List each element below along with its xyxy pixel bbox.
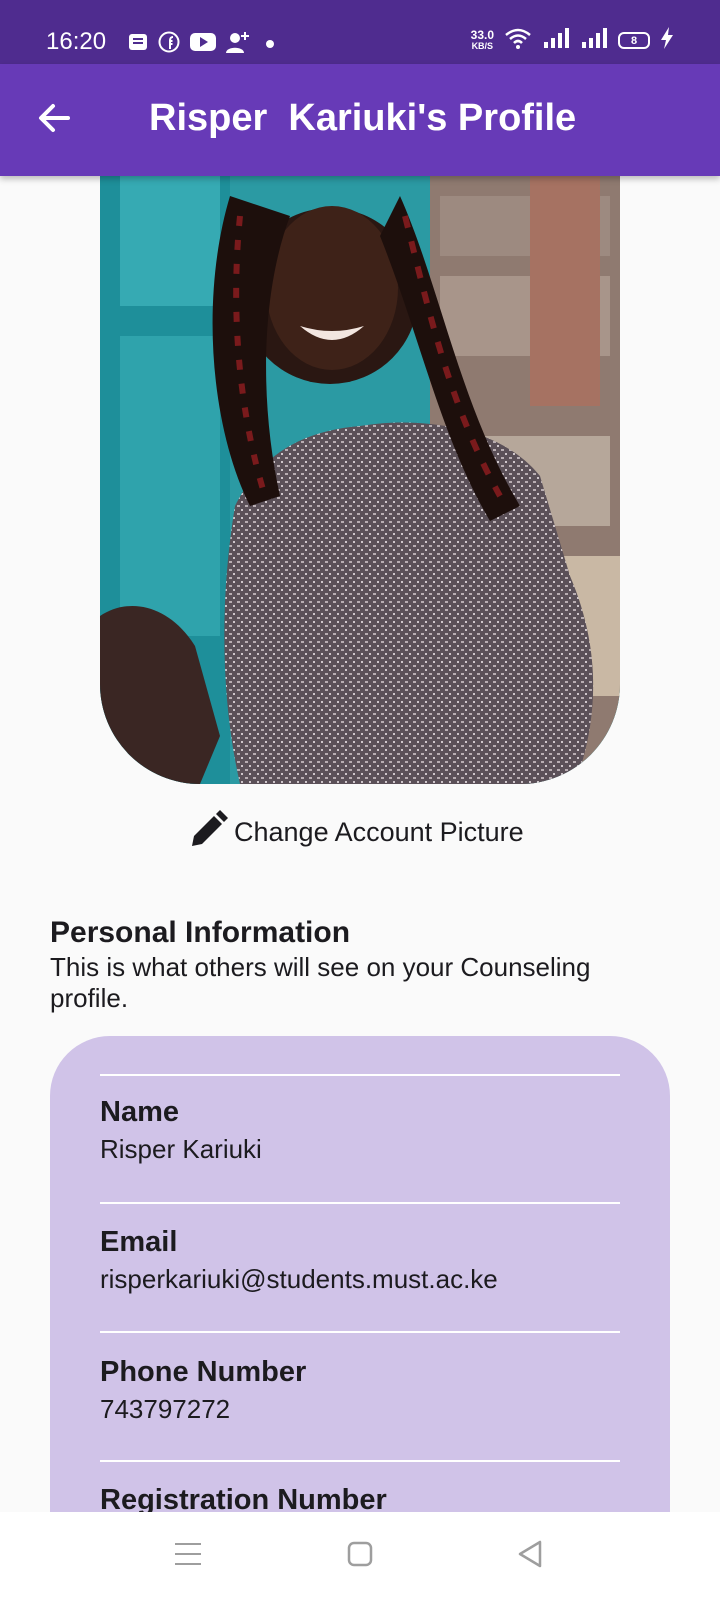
dot-icon (260, 36, 280, 54)
charging-icon (660, 27, 674, 54)
field-label-name: Name (100, 1096, 179, 1128)
field-label-registration: Registration Number (100, 1484, 387, 1512)
network-speed-value: 33.0 (470, 27, 494, 42)
profile-content[interactable]: Change Account Picture Personal Informat… (0, 176, 720, 1512)
signal-icon (542, 27, 570, 54)
menu-icon (174, 1541, 202, 1572)
profile-photo (100, 176, 620, 784)
status-bar: 16:20 33.0 KB/S 8 (0, 0, 720, 64)
status-time: 16:20 (46, 28, 107, 55)
signal-icon (580, 27, 608, 54)
pencil-icon (188, 809, 228, 855)
network-speed: 33.0 KB/S (470, 27, 494, 52)
recents-button[interactable] (164, 1532, 212, 1580)
personal-info-card: Name Risper Kariuki Email risperkariuki@… (50, 1036, 670, 1512)
divider (100, 1460, 620, 1462)
field-value-phone: 743797272 (100, 1394, 231, 1424)
message-icon (128, 32, 148, 57)
page-title: Risper Kariuki's Profile (149, 97, 577, 139)
divider (100, 1202, 620, 1204)
section-title: Personal Information (50, 916, 351, 949)
change-picture-label: Change Account Picture (234, 816, 524, 847)
battery-icon: 8 (618, 32, 650, 49)
back-triangle-icon (516, 1539, 544, 1574)
back-nav-button[interactable] (506, 1532, 554, 1580)
facebook-icon (158, 31, 180, 58)
app-bar: Risper Kariuki's Profile (0, 64, 720, 176)
system-nav-bar (0, 1512, 720, 1600)
system-status-icons: 33.0 KB/S 8 (471, 27, 674, 54)
field-value-name: Risper Kariuki (100, 1134, 262, 1164)
home-button[interactable] (336, 1532, 384, 1580)
field-value-email: risperkariuki@students.must.ac.ke (100, 1264, 498, 1294)
field-label-phone: Phone Number (100, 1356, 307, 1388)
back-button[interactable] (28, 94, 80, 146)
youtube-icon (190, 32, 216, 57)
field-label-email: Email (100, 1226, 178, 1258)
network-speed-unit: KB/S (471, 40, 494, 51)
arrow-back-icon (36, 100, 72, 141)
home-square-icon (346, 1540, 374, 1573)
divider (100, 1331, 620, 1333)
notification-icons (128, 31, 280, 58)
wifi-icon (504, 27, 532, 54)
battery-level: 8 (630, 34, 638, 47)
change-picture-button[interactable]: Change Account Picture (188, 808, 524, 856)
add-person-icon (226, 31, 250, 58)
section-subtitle: This is what others will see on your Cou… (50, 952, 591, 1013)
divider (100, 1074, 620, 1076)
